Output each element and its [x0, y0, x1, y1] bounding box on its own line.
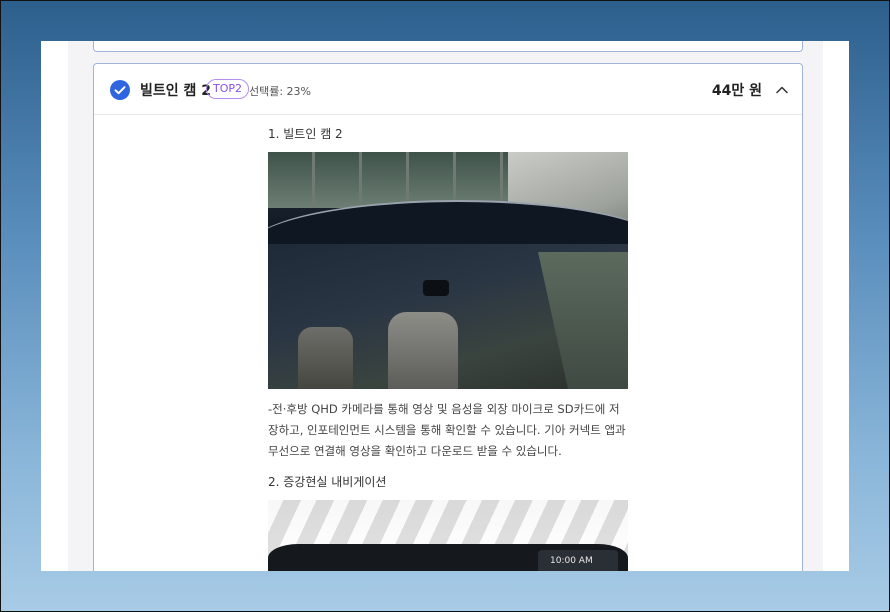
rank-badge: TOP2 [206, 79, 250, 99]
dashboard-clock: 10:00 AM [550, 556, 593, 566]
option-price: 44만 원 [711, 83, 762, 99]
check-icon[interactable] [110, 80, 130, 100]
options-panel: 빌트인 캠 2 TOP2 선택률: 23% 44만 원 1. 빌트인 캠 2 -… [68, 41, 823, 571]
section-title-ar-navigation: 2. 증강현실 내비게이션 [268, 475, 387, 489]
option-card-header[interactable]: 빌트인 캠 2 TOP2 선택률: 23% 44만 원 [94, 64, 802, 115]
option-card-builtin-cam: 빌트인 캠 2 TOP2 선택률: 23% 44만 원 1. 빌트인 캠 2 -… [93, 63, 803, 571]
option-title: 빌트인 캠 2 [140, 83, 212, 99]
builtin-cam-description: -전·후방 QHD 카메라를 통해 영상 및 음성을 외장 마이크로 SD카드에… [268, 402, 626, 458]
option-detail: 1. 빌트인 캠 2 -전·후방 QHD 카메라를 통해 영상 및 음성을 외장… [268, 126, 628, 571]
chevron-up-icon[interactable] [775, 82, 789, 96]
select-rate: 선택률: 23% [249, 85, 312, 98]
previous-option-card[interactable] [93, 41, 803, 52]
builtin-cam-photo [268, 152, 628, 389]
page-sheet: 빌트인 캠 2 TOP2 선택률: 23% 44만 원 1. 빌트인 캠 2 -… [41, 41, 849, 571]
section-title-builtin-cam: 1. 빌트인 캠 2 [268, 127, 343, 141]
ar-navigation-photo: 10:00 AM [268, 500, 628, 571]
